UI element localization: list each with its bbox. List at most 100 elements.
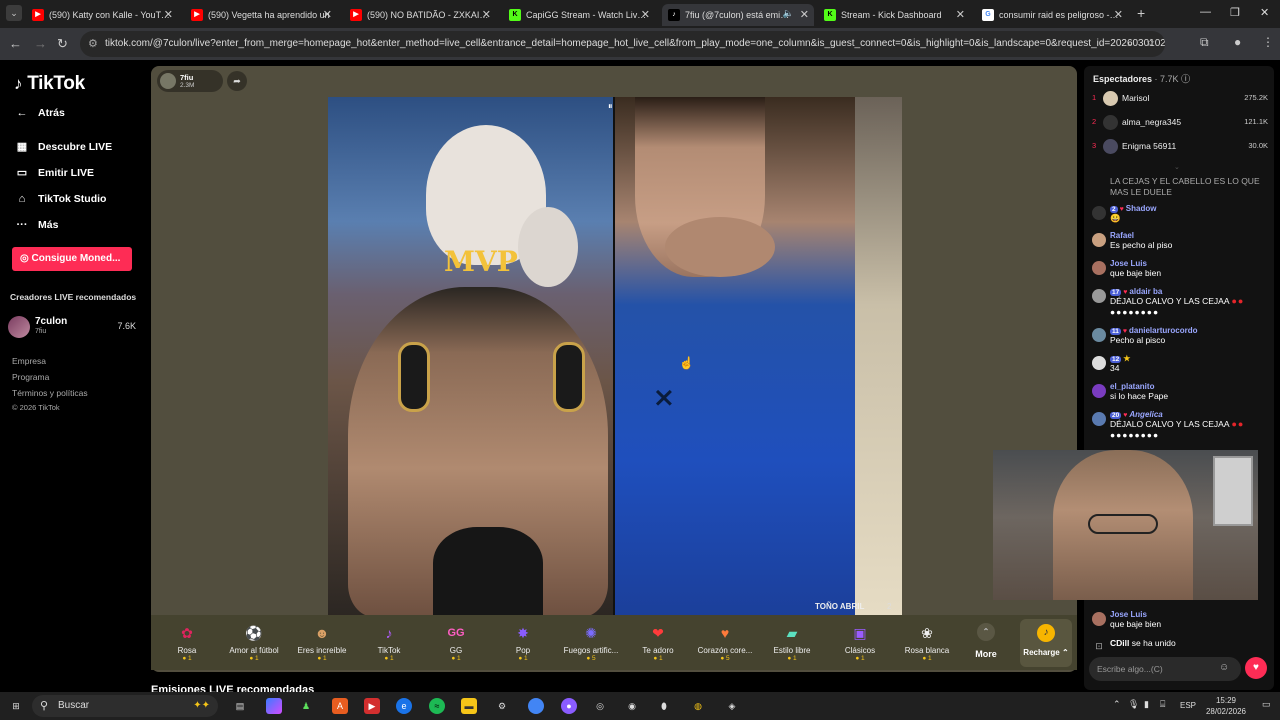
close-icon[interactable]: ✕ — [800, 8, 809, 21]
spotify-icon[interactable]: ≈ — [429, 698, 445, 714]
host-likes: 2.3M — [180, 82, 195, 89]
browser-tab[interactable]: G consumir raid es peligroso - Bu ✕ — [976, 4, 1128, 26]
chrome-icon[interactable] — [528, 698, 544, 714]
steam-icon[interactable]: ⚙ — [494, 698, 510, 714]
back-icon[interactable]: ← — [9, 36, 22, 51]
get-coins-button[interactable]: ◎ Consigue Moned... — [12, 247, 132, 271]
app-icon[interactable]: ◉ — [624, 698, 640, 714]
share-icon[interactable]: ➦ — [227, 71, 247, 91]
top-viewer-row[interactable]: 2 alma_negra345 121.1K — [1092, 113, 1268, 133]
minimize-icon[interactable]: — — [1200, 6, 1211, 18]
browser-tab[interactable]: ▶ (590) Katty con Kalle - YouTube ✕ — [26, 4, 178, 26]
app-icon[interactable]: ● — [561, 698, 577, 714]
tiktok-logo[interactable]: ♪ TikTok — [14, 73, 85, 95]
close-icon[interactable]: ✕ — [323, 8, 332, 21]
app-icon[interactable]: A — [332, 698, 348, 714]
recommended-creator[interactable]: 7culon 7fiu 7.6K — [8, 314, 136, 340]
restore-icon[interactable]: ❐ — [1230, 6, 1240, 19]
viewers-header[interactable]: Espectadores · 7.7K ⓘ — [1093, 72, 1190, 85]
chevron-down-icon[interactable]: ⌄ — [1174, 163, 1180, 171]
gift-item[interactable]: ☻ Eres increíble ● 1 — [290, 619, 354, 662]
file-explorer-icon[interactable]: ▬ — [461, 698, 477, 714]
close-icon[interactable]: ✕ — [164, 8, 173, 21]
app-icon[interactable]: ♟ — [298, 698, 314, 714]
microphone-icon[interactable]: 🎙 — [1128, 699, 1139, 710]
sidebar-item-back[interactable]: ← Atrás — [14, 107, 65, 119]
app-icon[interactable]: ▶ — [364, 698, 380, 714]
windows-start-icon[interactable]: ⊞ — [8, 698, 24, 714]
browser-tab[interactable]: ▶ (590) Vegetta ha aprendido un ✕ — [185, 4, 337, 26]
more-gifts-button[interactable]: ⌃ More — [969, 623, 1003, 659]
gift-item[interactable]: ✿ Rosa ● 1 — [155, 619, 219, 662]
app-icon[interactable]: ⬮ — [656, 698, 672, 714]
new-tab-icon[interactable]: + — [1137, 5, 1145, 21]
app-icon[interactable]: ◍ — [690, 698, 706, 714]
gift-item[interactable]: ✸ Pop ● 1 — [491, 619, 555, 662]
bookmark-star-icon[interactable]: ☆ — [1146, 31, 1155, 57]
close-icon[interactable]: ✕ — [956, 8, 965, 21]
top-viewer-row[interactable]: 1 Marisol 275.2K — [1092, 89, 1268, 109]
task-view-icon[interactable]: ▤ — [232, 698, 248, 714]
sidebar-item-studio[interactable]: ⌂ TikTok Studio — [14, 193, 107, 205]
sidebar-item-discover-live[interactable]: ▦ Descubre LIVE — [14, 140, 112, 154]
split-view-icon[interactable]: ⏸ — [608, 101, 613, 112]
taskbar-clock[interactable]: 15:29 28/02/2026 — [1196, 695, 1256, 717]
footer-link-company[interactable]: Empresa — [12, 356, 46, 366]
fireworks-icon: ✺ — [585, 625, 597, 641]
footer-link-program[interactable]: Programa — [12, 372, 49, 382]
copilot-icon[interactable] — [266, 698, 282, 714]
notification-icon[interactable]: ▭ — [1262, 699, 1271, 710]
browser-tab[interactable]: ▶ (590) NO BATIDÃO - ZXKAI - Yo ✕ — [344, 4, 496, 26]
close-icon[interactable]: ✕ — [482, 8, 491, 21]
site-info-icon[interactable]: ⚙ — [88, 31, 98, 57]
close-window-icon[interactable]: ✕ — [1260, 6, 1269, 19]
app-icon[interactable]: ◎ — [592, 698, 608, 714]
message-user[interactable]: el_platanito — [1110, 382, 1268, 391]
gift-item[interactable]: ♪ TikTok ● 1 — [357, 619, 421, 662]
gift-item[interactable]: ♥ Corazón core... ● 5 — [693, 619, 757, 662]
close-icon[interactable]: ✕ — [641, 8, 650, 21]
language-indicator[interactable]: ESP — [1180, 701, 1196, 710]
profile-avatar-icon[interactable]: ● — [1234, 35, 1241, 49]
tray-chevron-icon[interactable]: ⌃ — [1113, 699, 1121, 710]
tab-search-icon[interactable]: ⌄ — [6, 5, 22, 21]
top-viewer-row[interactable]: 3 Enigma 56911 30.0K — [1092, 137, 1268, 157]
host-info[interactable]: 7fiu 2.3M — [157, 70, 223, 92]
browser-tab[interactable]: K Stream - Kick Dashboard ✕ — [818, 4, 970, 26]
gift-item[interactable]: ❀ Rosa blanca ● 1 — [895, 619, 959, 662]
forward-icon[interactable]: → — [34, 36, 47, 51]
gift-item[interactable]: ❤ Te adoro ● 1 — [626, 619, 690, 662]
zoom-icon[interactable]: ⌕ — [1127, 31, 1133, 57]
menu-kebab-icon[interactable]: ⋮ — [1262, 35, 1274, 49]
gift-item[interactable]: ▣ Clásicos ● 1 — [828, 619, 892, 662]
message-user[interactable]: Jose Luis — [1110, 610, 1268, 619]
message-user[interactable]: Jose Luis — [1110, 259, 1268, 268]
battery-icon[interactable]: ▮ — [1144, 699, 1149, 710]
address-bar[interactable]: ⚙ tiktok.com/@7culon/live?enter_from_mer… — [80, 31, 1165, 57]
gift-item[interactable]: ⚽ Amor al fútbol ● 1 — [222, 619, 286, 662]
live-video-right[interactable]: ⨯ — [615, 97, 902, 617]
extensions-icon[interactable]: ⧉ — [1200, 35, 1209, 50]
sidebar-item-more[interactable]: ··· Más — [14, 219, 59, 231]
app-icon[interactable]: ◈ — [724, 698, 740, 714]
sidebar-item-go-live[interactable]: ▭ Emitir LIVE — [14, 166, 94, 180]
browser-tab[interactable]: K CapiGG Stream - Watch Live on ✕ — [503, 4, 655, 26]
gift-item[interactable]: GG GG ● 1 — [424, 619, 488, 662]
live-video-left[interactable]: MVP — [328, 97, 613, 617]
sidebar-item-label: TikTok Studio — [38, 193, 107, 205]
footer-link-terms[interactable]: Términos y políticas — [12, 388, 88, 398]
reload-icon[interactable]: ↻ — [57, 36, 68, 52]
audio-icon[interactable]: 🔈 — [783, 8, 794, 19]
viewer-name: Marisol — [1122, 93, 1150, 103]
gift-item[interactable]: ▰ Estilo libre ● 1 — [760, 619, 824, 662]
close-icon[interactable]: ✕ — [1114, 8, 1123, 21]
recharge-button[interactable]: ♪ Recharge ⌃ — [1020, 619, 1072, 667]
gift-box-icon[interactable]: ♥ — [1245, 657, 1267, 679]
taskbar-search[interactable]: ⚲ Buscar ✦✦ — [32, 695, 218, 717]
network-icon[interactable]: ⌸ — [1160, 699, 1165, 710]
gift-item[interactable]: ✺ Fuegos artific... ● 5 — [559, 619, 623, 662]
emoji-icon[interactable]: ☺ — [1219, 662, 1229, 673]
message-user[interactable]: Rafael — [1110, 231, 1268, 240]
edge-icon[interactable]: e — [396, 698, 412, 714]
browser-tab-active[interactable]: ♪ 7fiu (@7culon) está emitien 🔈 ✕ — [662, 4, 814, 26]
